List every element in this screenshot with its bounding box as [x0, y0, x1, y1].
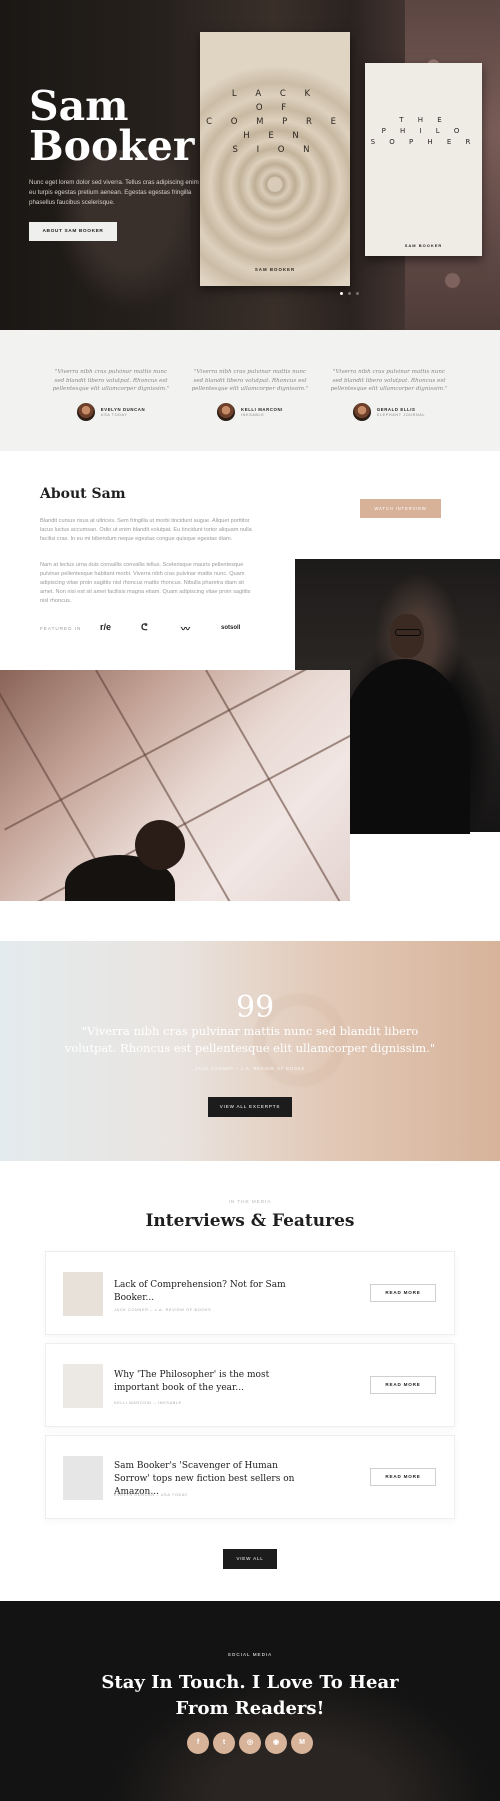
testimonial-quote: "Viverra nibh cras pulvinar mattis nunc …	[52, 369, 170, 392]
book-title: T H E P H I L O S O P H E R	[370, 116, 477, 146]
about-sam-booker-button[interactable]: ABOUT SAM BOOKER	[29, 222, 117, 241]
medium-icon[interactable]: M	[291, 1732, 313, 1754]
media-card: Why 'The Philosopher' is the most import…	[45, 1343, 455, 1427]
hero-description: Nunc eget lorem dolor sed viverra. Tellu…	[29, 179, 199, 206]
avatar	[217, 402, 236, 421]
testimonial-quote: "Viverra nibh cras pulvinar mattis nunc …	[191, 369, 309, 392]
featured-quote: "Viverra nibh cras pulvinar mattis nunc …	[64, 1024, 436, 1055]
book-cover-lack-of-comprehension[interactable]: L A C K O F C O M P R E H E N S I O N SA…	[200, 32, 350, 286]
author-ceiling-photo	[0, 670, 350, 901]
testimonial: "Viverra nibh cras pulvinar mattis nunc …	[328, 368, 450, 421]
about-title: About Sam	[40, 486, 126, 502]
about-paragraph: Nam at lectus urna duis convallis conval…	[40, 562, 251, 604]
press-logo[interactable]: sotsoll	[221, 625, 240, 631]
media-card: Lack of Comprehension? Not for Sam Booke…	[45, 1251, 455, 1335]
book-author: SAM BOOKER	[404, 243, 443, 248]
media-title: Interviews & Features	[145, 1211, 355, 1231]
instagram-icon[interactable]: ◎	[239, 1732, 261, 1754]
testimonial-source: USA TODAY	[100, 412, 128, 417]
avatar	[76, 402, 95, 421]
media-card-meta: EVELYN DUNCAN – USA TODAY	[114, 1492, 188, 1497]
book-cover-the-philosopher[interactable]: T H E P H I L O S O P H E R SAM BOOKER	[365, 63, 482, 256]
testimonial-name: KELLI MARCONI	[241, 406, 283, 412]
testimonial-source: INKSABLE	[241, 412, 265, 417]
testimonial: "Viverra nibh cras pulvinar mattis nunc …	[189, 368, 311, 421]
quote-icon: 99	[236, 990, 275, 1025]
testimonial-name: GERALD ELLIS	[376, 406, 416, 412]
testimonial-source: ELEPHANT JOURNAL	[376, 412, 426, 417]
media-card-title[interactable]: Why 'The Philosopher' is the most import…	[114, 1369, 314, 1395]
slider-dot[interactable]	[348, 292, 351, 295]
social-overline: SOCIAL MEDIA	[227, 1652, 273, 1657]
read-more-button[interactable]: READ MORE	[370, 1468, 436, 1486]
press-logo[interactable]: r/e	[100, 622, 111, 632]
slider-dot[interactable]	[340, 292, 343, 295]
read-more-button[interactable]: READ MORE	[370, 1376, 436, 1394]
avatar	[352, 402, 371, 421]
read-more-button[interactable]: READ MORE	[370, 1284, 436, 1302]
media-thumbnail	[63, 1272, 103, 1316]
press-logo[interactable]: ᕦ	[141, 622, 148, 633]
media-thumbnail	[63, 1456, 103, 1500]
media-overline: IN THE MEDIA	[228, 1199, 272, 1204]
media-card: Sam Booker's 'Scavenger of Human Sorrow'…	[45, 1435, 455, 1519]
quote-source: JACK CONNER – L.A. REVIEW OF BOOKS	[194, 1066, 306, 1071]
slider-dots	[340, 292, 359, 295]
press-logo[interactable]: 〰	[181, 622, 190, 635]
testimonial-name: EVELYN DUNCAN	[100, 406, 146, 412]
book-title: L A C K O F C O M P R E H E N S I O N	[206, 89, 344, 155]
testimonials-section: "Viverra nibh cras pulvinar mattis nunc …	[0, 330, 500, 451]
watch-interview-button[interactable]: WATCH INTERVIEW	[360, 499, 441, 518]
featured-in-label: FEATURED IN	[40, 626, 82, 631]
twitter-icon[interactable]: t	[213, 1732, 235, 1754]
media-card-meta: JACK CONNER – L.A. REVIEW OF BOOKS	[114, 1307, 212, 1312]
slider-dot[interactable]	[356, 292, 359, 295]
book-author: SAM BOOKER	[254, 267, 296, 272]
view-all-button[interactable]: VIEW ALL	[223, 1549, 277, 1569]
testimonial-quote: "Viverra nibh cras pulvinar mattis nunc …	[330, 369, 448, 392]
hero-title: Sam Booker	[29, 82, 195, 170]
about-paragraph: Blandit cursus risus at ultrices. Sem fr…	[40, 518, 252, 542]
view-all-excerpts-button[interactable]: VIEW ALL EXCERPTS	[208, 1097, 292, 1117]
facebook-icon[interactable]: f	[187, 1732, 209, 1754]
social-icons: f t ◎ ◉ M	[187, 1732, 313, 1754]
dribbble-icon[interactable]: ◉	[265, 1732, 287, 1754]
media-card-meta: KELLI MARCONI – INKSABLE	[114, 1400, 182, 1405]
testimonial: "Viverra nibh cras pulvinar mattis nunc …	[50, 368, 172, 421]
social-title: Stay In Touch. I Love To Hear From Reade…	[101, 1672, 399, 1719]
media-thumbnail	[63, 1364, 103, 1408]
media-card-title[interactable]: Lack of Comprehension? Not for Sam Booke…	[114, 1279, 314, 1305]
